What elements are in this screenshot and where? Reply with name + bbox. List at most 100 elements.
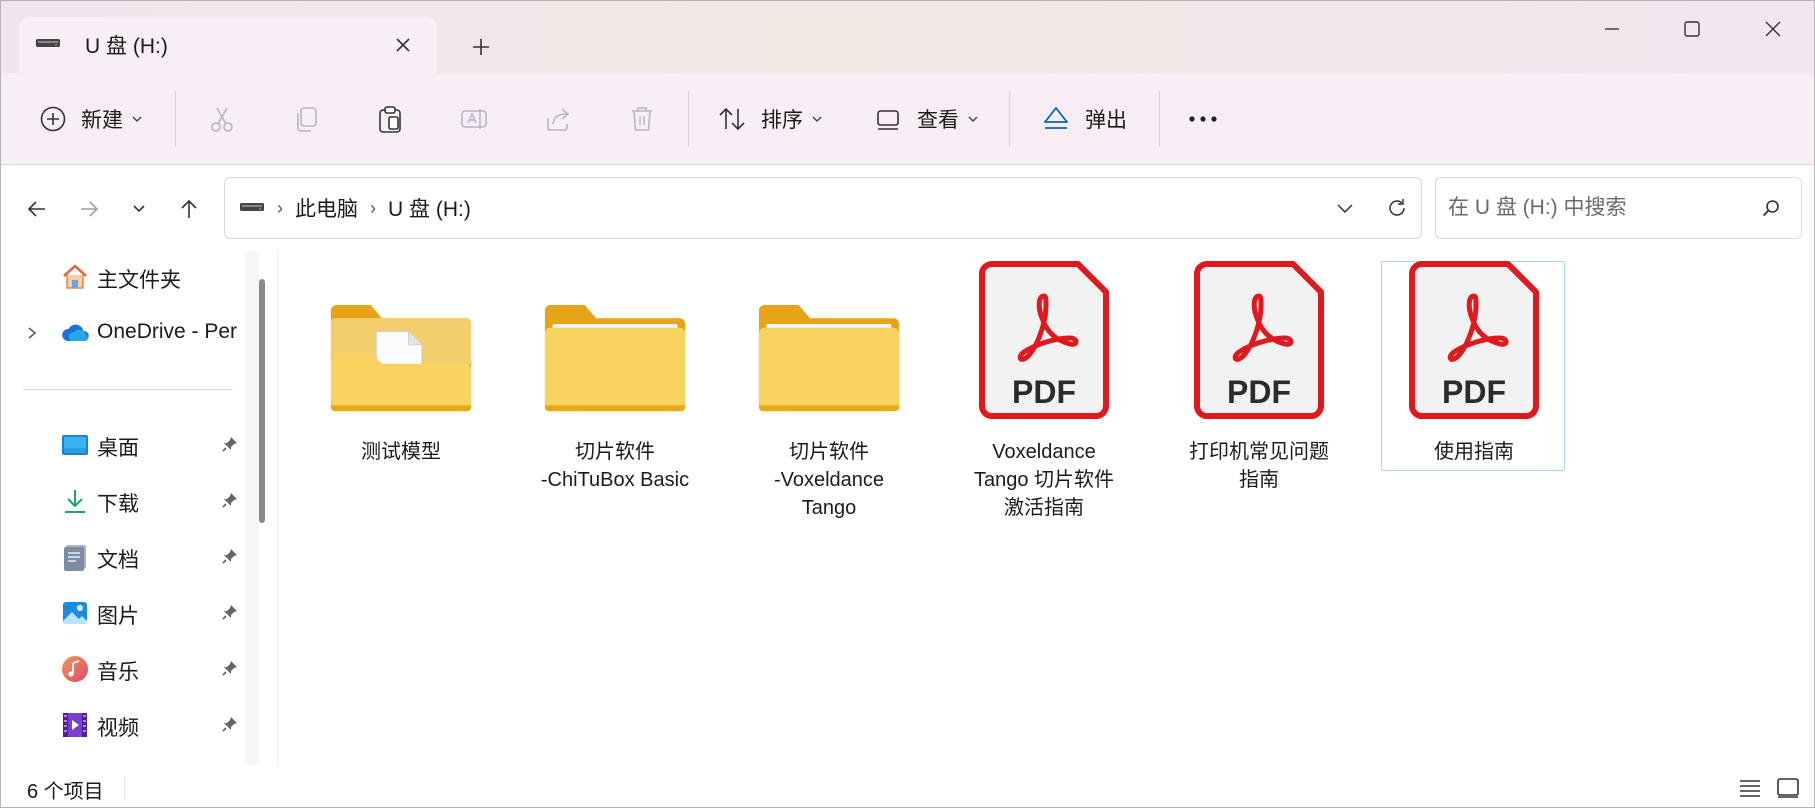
close-icon — [1765, 21, 1781, 37]
file-name: 打印机常见问题 指南 — [1189, 441, 1329, 491]
folder-icon — [543, 270, 687, 420]
file-name: 切片软件 -Voxeldance Tango — [773, 441, 885, 519]
arrow-left-icon — [27, 201, 45, 217]
sidebar-item-videos[interactable]: 视频 — [1, 701, 245, 749]
sidebar-item-documents[interactable]: 文档 — [1, 533, 245, 581]
pdf-file-icon: PDF — [1402, 261, 1546, 420]
close-tab-icon[interactable] — [387, 29, 419, 61]
toolbar-divider — [688, 91, 689, 147]
pane-divider[interactable] — [277, 251, 278, 765]
large-icons-view-button[interactable] — [1773, 775, 1803, 801]
download-icon — [61, 487, 89, 515]
file-item-folder[interactable]: 测试模型 — [308, 261, 492, 471]
breadcrumb-this-pc[interactable]: 此电脑 — [295, 193, 358, 223]
rename-button[interactable] — [459, 97, 489, 141]
sidebar-item-home[interactable]: 主文件夹 — [1, 253, 245, 301]
sidebar-item-label: 音乐 — [97, 661, 139, 684]
pin-icon[interactable] — [221, 659, 239, 683]
command-bar: 新建 排序 查看 弹出 — [1, 73, 1814, 165]
eject-button[interactable]: 弹出 — [1041, 97, 1127, 141]
share-icon — [547, 108, 570, 131]
eject-icon — [1044, 107, 1068, 129]
copy-button[interactable] — [291, 97, 321, 141]
sidebar-item-label: 下载 — [97, 493, 139, 516]
back-button[interactable] — [17, 189, 57, 229]
sidebar-divider — [23, 389, 233, 390]
search-box[interactable] — [1435, 177, 1802, 239]
file-item-pdf[interactable]: PDF 打印机常见问题 指南 — [1166, 261, 1350, 491]
close-window-button[interactable] — [1741, 9, 1805, 49]
file-item-pdf-selected[interactable]: PDF 使用指南 — [1381, 261, 1565, 471]
eject-label: 弹出 — [1085, 109, 1127, 132]
file-item-folder[interactable]: 切片软件 -ChiTuBox Basic — [522, 261, 706, 491]
main-area: 主文件夹 OneDrive - Per 桌面 下载 文档 图片 音乐 视频 测试… — [1, 251, 1814, 765]
sidebar-scrollbar-thumb[interactable] — [259, 279, 265, 523]
refresh-button[interactable] — [1385, 196, 1409, 226]
sidebar-item-pictures[interactable]: 图片 — [1, 589, 245, 637]
maximize-button[interactable] — [1660, 9, 1724, 49]
search-icon[interactable] — [1761, 198, 1781, 223]
sidebar-item-label: 主文件夹 — [97, 269, 181, 292]
sidebar-item-label: 文档 — [97, 549, 139, 572]
file-name: 测试模型 — [361, 441, 441, 463]
toolbar-divider — [1009, 91, 1010, 147]
sidebar-scrollbar[interactable] — [245, 251, 259, 765]
details-view-button[interactable] — [1735, 775, 1765, 801]
chevron-down-icon — [132, 116, 142, 122]
file-item-folder[interactable]: 切片软件 -Voxeldance Tango — [736, 261, 920, 519]
home-icon — [61, 263, 89, 291]
toolbar-divider — [1159, 91, 1160, 147]
new-button[interactable]: 新建 — [39, 97, 143, 141]
rename-icon — [461, 109, 487, 129]
pin-icon[interactable] — [221, 603, 239, 627]
sidebar-item-label: OneDrive - Per — [97, 320, 238, 343]
sidebar-item-desktop[interactable]: 桌面 — [1, 421, 245, 469]
paste-icon — [379, 106, 401, 133]
minimize-button[interactable] — [1580, 9, 1644, 49]
view-button[interactable]: 查看 — [873, 97, 979, 141]
cut-button[interactable] — [207, 97, 237, 141]
forward-button[interactable] — [69, 189, 109, 229]
search-input[interactable] — [1448, 196, 1738, 220]
recent-locations-button[interactable] — [119, 189, 159, 229]
more-options-button[interactable] — [1187, 97, 1219, 141]
pdf-file-icon: PDF — [1187, 261, 1331, 420]
breadcrumb-drive-h[interactable]: U 盘 (H:) — [388, 193, 471, 223]
navigation-pane: 主文件夹 OneDrive - Per 桌面 下载 文档 图片 音乐 视频 — [1, 251, 245, 765]
delete-button[interactable] — [627, 97, 657, 141]
maximize-icon — [1684, 21, 1700, 37]
more-icon — [1189, 116, 1217, 122]
sidebar-item-music[interactable]: 音乐 — [1, 645, 245, 693]
expand-chevron-icon[interactable] — [25, 323, 39, 347]
file-name: 使用指南 — [1434, 441, 1514, 463]
documents-icon — [61, 543, 89, 571]
large-icons-view-icon — [1777, 778, 1799, 798]
cut-icon — [211, 107, 233, 132]
sort-icon — [719, 107, 745, 131]
arrow-right-icon — [81, 201, 99, 217]
address-bar[interactable]: › 此电脑 › U 盘 (H:) — [224, 177, 1422, 239]
view-label: 查看 — [917, 109, 959, 132]
address-history-dropdown[interactable] — [1335, 198, 1355, 224]
pin-icon[interactable] — [221, 547, 239, 571]
up-button[interactable] — [169, 189, 209, 229]
file-explorer-window: U 盘 (H:) 新建 排序 查看 弹出 › 此电脑 › U 盘 (H:) 在 … — [0, 0, 1815, 808]
delete-icon — [632, 107, 652, 131]
tab-drive-h[interactable]: U 盘 (H:) — [19, 17, 437, 73]
file-item-pdf[interactable]: PDF Voxeldance Tango 切片软件 激活指南 — [951, 261, 1135, 519]
share-button[interactable] — [543, 97, 573, 141]
new-label: 新建 — [81, 109, 123, 132]
pin-icon[interactable] — [221, 715, 239, 739]
item-count: 6 个项目 — [27, 781, 104, 803]
new-tab-button[interactable] — [463, 29, 499, 65]
sidebar-item-downloads[interactable]: 下载 — [1, 477, 245, 525]
chevron-down-icon — [1337, 204, 1353, 214]
sidebar-item-onedrive[interactable]: OneDrive - Per — [1, 309, 245, 357]
sort-button[interactable]: 排序 — [717, 97, 823, 141]
pin-icon[interactable] — [221, 435, 239, 459]
pin-icon[interactable] — [221, 491, 239, 515]
arrow-up-icon — [181, 199, 197, 218]
toolbar-divider — [175, 91, 176, 147]
tab-title: U 盘 (H:) — [85, 35, 168, 58]
paste-button[interactable] — [375, 97, 405, 141]
